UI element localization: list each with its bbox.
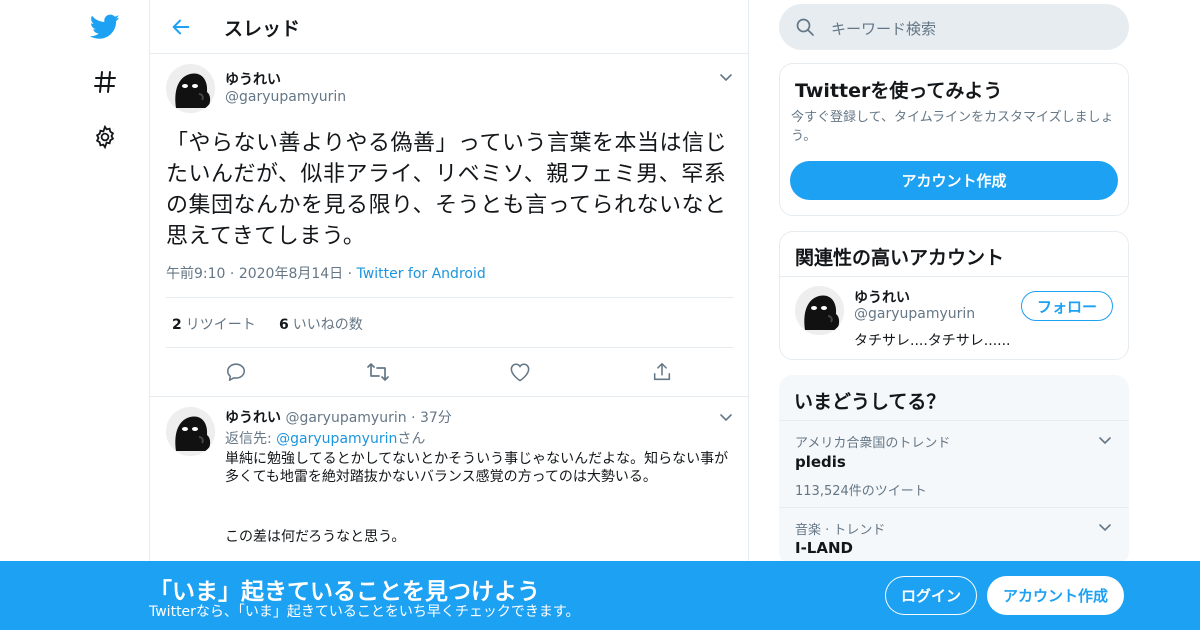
signup-banner: 「いま」起きていることを見つけよう Twitterなら、「いま」起きていることを…: [0, 561, 1200, 630]
header: スレッド: [150, 0, 748, 54]
trend-context: アメリカ合衆国のトレンド: [795, 436, 951, 451]
trends-card: いまどうしてる？ アメリカ合衆国のトレンド pledis 113,524件のツイ…: [779, 375, 1129, 565]
heart-icon[interactable]: [506, 358, 534, 386]
search-icon: [795, 17, 815, 37]
gear-icon[interactable]: [85, 117, 125, 157]
search-input[interactable]: キーワード検索: [779, 4, 1129, 50]
reply-icon[interactable]: [222, 358, 250, 386]
chevron-down-icon[interactable]: [1095, 517, 1115, 537]
signup-title: Twitterを使ってみよう: [795, 80, 1003, 102]
retweets-label: リツイート: [185, 317, 256, 333]
tweet-time[interactable]: 午前9:10: [166, 266, 225, 282]
create-account-button[interactable]: アカウント作成: [790, 161, 1118, 200]
chevron-down-icon[interactable]: [1095, 430, 1115, 450]
retweet-icon[interactable]: [364, 358, 392, 386]
meta-separator: ·: [347, 266, 357, 282]
author-name[interactable]: ゆうれい: [225, 410, 281, 426]
replying-to-handle[interactable]: @garyupamyurin: [276, 431, 397, 447]
twitter-logo-icon[interactable]: [85, 7, 125, 47]
replying-to-prefix: 返信先:: [225, 431, 277, 447]
divider: [779, 507, 1129, 508]
related-handle[interactable]: @garyupamyurin: [854, 306, 975, 322]
avatar[interactable]: [166, 64, 215, 113]
related-name[interactable]: ゆうれい: [854, 287, 910, 307]
back-button[interactable]: [166, 12, 196, 42]
trend-context: 音楽 · トレンド: [795, 523, 886, 538]
related-bio: タチサレ....タチサレ......: [854, 333, 1011, 349]
reply-text: 単純に勉強してるとかしてないとかそういう事じゃないんだよな。知らない事が多くても…: [225, 451, 729, 485]
divider: [780, 276, 1128, 277]
tweet-stats: 2 リツイート 6 いいねの数: [166, 297, 734, 348]
avatar[interactable]: [166, 407, 215, 456]
left-nav: [80, 0, 130, 630]
signup-subtitle: 今すぐ登録して、タイムラインをカスタマイズしましょう。: [791, 110, 1114, 144]
page-title: スレッド: [224, 18, 301, 40]
reply-time[interactable]: 37分: [420, 410, 452, 426]
tweet-source-link[interactable]: Twitter for Android: [357, 266, 486, 282]
chevron-down-icon[interactable]: [716, 407, 736, 427]
avatar[interactable]: [795, 286, 844, 335]
hashtag-icon[interactable]: [85, 62, 125, 102]
replying-to: 返信先: @garyupamyurinさん: [225, 428, 425, 448]
banner-signup-button[interactable]: アカウント作成: [987, 576, 1124, 615]
thread-column: スレッド ゆうれい @garyupamyurin 「やらない善よりやる偽善」って…: [149, 0, 749, 630]
related-title: 関連性の高いアカウント: [795, 247, 1005, 269]
retweets-count: 2: [172, 317, 182, 333]
author-handle[interactable]: @garyupamyurin: [285, 410, 406, 426]
retweets-stat[interactable]: 2 リツイート: [172, 314, 256, 334]
author-name[interactable]: ゆうれい: [225, 69, 281, 89]
meta-separator: ·: [229, 266, 239, 282]
likes-label: いいねの数: [292, 317, 363, 333]
tweet-text: 「やらない善よりやる偽善」っていう言葉を本当は信じたいんだが、似非アライ、リベミ…: [166, 131, 727, 249]
main-tweet: ゆうれい @garyupamyurin 「やらない善よりやる偽善」っていう言葉を…: [150, 54, 748, 397]
page: スレッド ゆうれい @garyupamyurin 「やらない善よりやる偽善」って…: [0, 0, 1200, 630]
trend-count: 113,524件のツイート: [795, 484, 927, 499]
trends-title: いまどうしてる？: [794, 391, 946, 413]
share-icon[interactable]: [648, 358, 676, 386]
follow-button[interactable]: フォロー: [1021, 291, 1113, 321]
trend-name: pledis: [795, 453, 846, 471]
login-button[interactable]: ログイン: [885, 576, 977, 615]
trend-name: I-LAND: [795, 539, 853, 557]
related-accounts-card: 関連性の高いアカウント ゆうれい @garyupamyurin タチサレ....…: [779, 231, 1129, 360]
reply-header: ゆうれい @garyupamyurin · 37分: [225, 407, 452, 427]
tweet-timestamp: 午前9:10 · 2020年8月14日 · Twitter for Androi…: [166, 263, 486, 283]
divider: [779, 420, 1129, 421]
banner-subtitle: Twitterなら、「いま」起きていることをいち早くチェックできます。: [149, 604, 580, 620]
signup-card: Twitterを使ってみよう 今すぐ登録して、タイムラインをカスタマイズしましょ…: [779, 63, 1129, 216]
likes-stat[interactable]: 6 いいねの数: [279, 314, 363, 334]
replying-to-suffix: さん: [397, 431, 426, 447]
search-placeholder: キーワード検索: [831, 20, 937, 38]
reply-text-2: この差は何だろうなと思う。: [225, 529, 406, 545]
tweet-date[interactable]: 2020年8月14日: [239, 266, 343, 282]
meta-separator: ·: [411, 410, 420, 426]
chevron-down-icon[interactable]: [716, 67, 736, 87]
arrow-left-icon: [172, 19, 190, 35]
author-handle[interactable]: @garyupamyurin: [225, 89, 346, 105]
likes-count: 6: [279, 317, 289, 333]
